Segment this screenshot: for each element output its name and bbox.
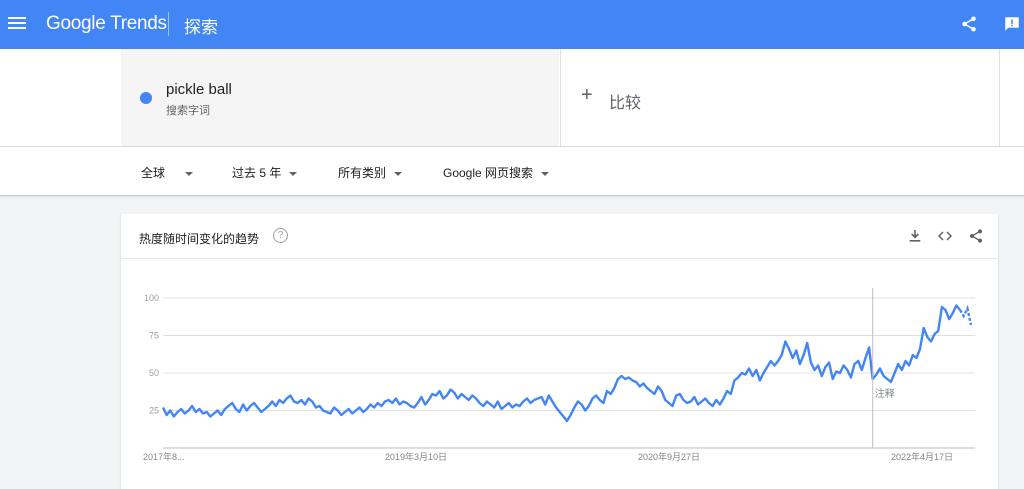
y-tick-label: 75 <box>149 331 159 341</box>
series-line-partial <box>959 304 973 326</box>
help-icon[interactable]: ? <box>273 228 288 243</box>
chevron-down-icon <box>541 171 550 176</box>
region-dropdown[interactable]: 全球 <box>141 164 194 181</box>
search-term-name: pickle ball <box>166 81 232 98</box>
interest-line-chart[interactable]: 25 50 75 100 注释 2017年8... 2019年3月10日 2020年9月27日… <box>121 258 998 489</box>
card-header: 热度随时间变化的趋势 ? <box>121 214 998 259</box>
chart-share-icon[interactable] <box>968 228 984 244</box>
y-tick-label: 50 <box>149 368 159 378</box>
search-type-dropdown[interactable]: Google 网页搜索 <box>443 164 550 181</box>
annotation-label: 注释 <box>875 387 895 400</box>
search-terms-panel: pickle ball 搜索字词 + 比较 <box>0 49 1024 147</box>
logo-trends-text: Trends <box>110 13 167 34</box>
time-range-dropdown[interactable]: 过去 5 年 <box>232 164 298 181</box>
category-dropdown-label: 所有类别 <box>338 166 387 180</box>
card-title: 热度随时间变化的趋势 <box>139 232 260 246</box>
y-tick-label: 100 <box>144 293 159 303</box>
download-icon[interactable] <box>907 228 923 244</box>
category-dropdown[interactable]: 所有类别 <box>338 164 403 181</box>
region-dropdown-label: 全球 <box>141 166 166 180</box>
y-tick-label: 25 <box>149 406 159 416</box>
filters-bar: 全球 过去 5 年 所有类别 Google 网页搜索 <box>0 147 1024 196</box>
search-type-dropdown-label: Google 网页搜索 <box>443 166 534 180</box>
embed-code-icon[interactable] <box>937 228 953 244</box>
menu-icon[interactable] <box>8 14 26 34</box>
x-tick-label: 2020年9月27日 <box>638 451 700 462</box>
compare-button[interactable]: + 比较 <box>560 49 1000 146</box>
app-bar: Google Trends 探索 <box>0 0 1024 49</box>
chevron-down-icon <box>394 171 403 176</box>
chevron-down-icon <box>185 171 194 176</box>
logo-google-text: Google <box>46 13 106 34</box>
series-line <box>161 304 962 423</box>
x-tick-label: 2017年8... <box>143 451 185 462</box>
chevron-down-icon <box>289 171 298 176</box>
header-divider <box>168 12 169 36</box>
search-term-card[interactable]: pickle ball 搜索字词 <box>121 49 559 146</box>
compare-label: 比较 <box>609 95 642 112</box>
google-trends-logo[interactable]: Google Trends <box>46 13 167 35</box>
x-tick-label: 2022年4月17日 <box>891 451 953 462</box>
plus-icon: + <box>581 84 593 106</box>
search-term-subtitle: 搜索字词 <box>166 105 210 117</box>
x-tick-label: 2019年3月10日 <box>385 451 447 462</box>
share-icon[interactable] <box>960 15 978 33</box>
interest-over-time-card: 热度随时间变化的趋势 ? 25 50 75 100 注释 2017年8... 2019年3月… <box>121 214 998 489</box>
term-color-dot <box>140 92 152 104</box>
page-section-title: 探索 <box>184 18 218 37</box>
time-range-dropdown-label: 过去 5 年 <box>232 166 282 180</box>
feedback-icon[interactable] <box>1003 15 1021 33</box>
